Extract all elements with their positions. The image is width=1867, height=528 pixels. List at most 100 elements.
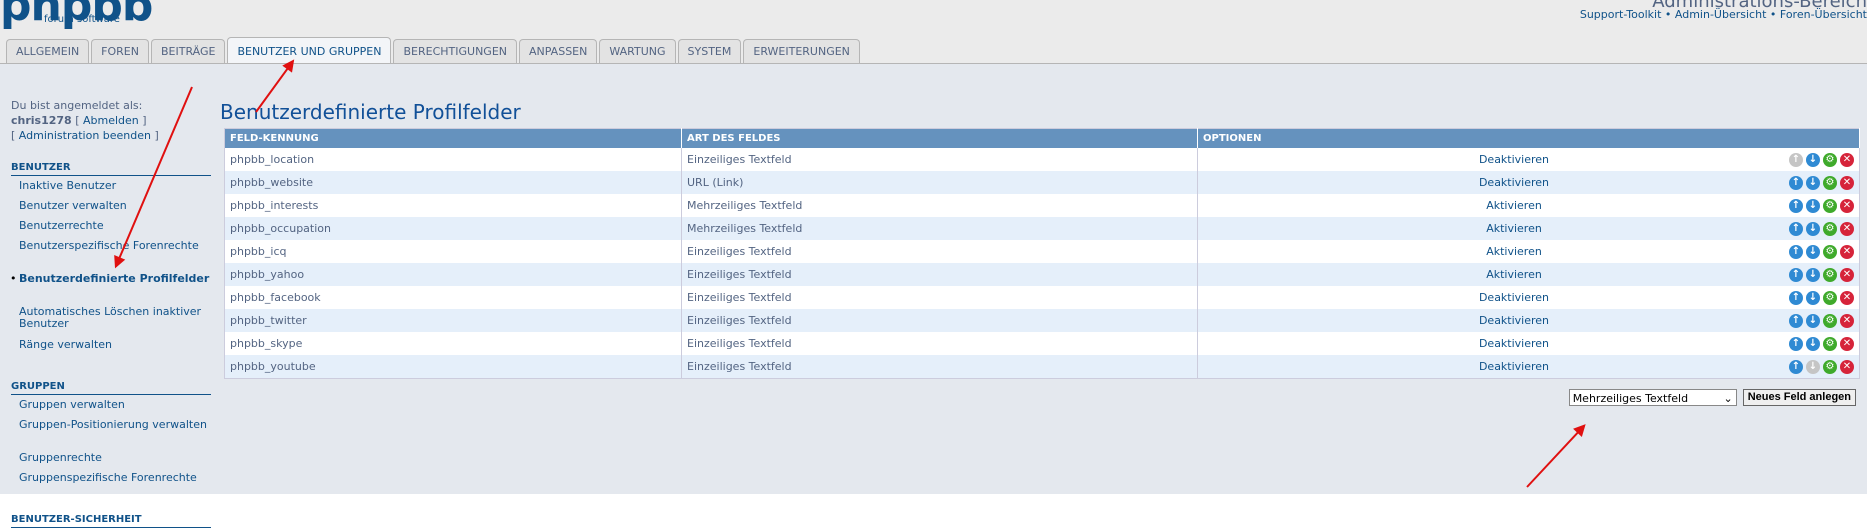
arrow-down-icon[interactable]: ↓ <box>1806 267 1820 282</box>
sidebar-item[interactable]: Gruppenspezifische Forenrechte <box>19 472 211 484</box>
delete-icon[interactable]: ✕ <box>1840 336 1854 351</box>
field-id-cell: phpbb_location <box>224 148 682 171</box>
arrow-up-icon[interactable]: ↑ <box>1789 244 1803 259</box>
sidebar-item[interactable]: Benutzer verwalten <box>19 200 211 212</box>
sidebar-item[interactable]: Automatisches Löschen inaktiver Benutzer <box>19 306 211 330</box>
arrow-down-icon[interactable]: ↓ <box>1806 313 1820 328</box>
field-type-cell: Einzeiliges Textfeld <box>681 148 1198 171</box>
toggle-activation-link[interactable]: Aktivieren <box>1419 245 1609 258</box>
tab-anpassen[interactable]: ANPASSEN <box>519 39 598 64</box>
field-type-select[interactable]: Mehrzeiliges Textfeld ⌄ <box>1568 389 1737 406</box>
arrow-up-icon[interactable]: ↑ <box>1789 336 1803 351</box>
gear-icon[interactable]: ⚙ <box>1823 267 1837 282</box>
field-id-cell: phpbb_skype <box>224 332 682 355</box>
options-cell: Aktivieren ↑ ↓ ⚙ ✕ <box>1197 217 1860 240</box>
toggle-activation-link[interactable]: Aktivieren <box>1419 268 1609 281</box>
gear-icon[interactable]: ⚙ <box>1823 244 1837 259</box>
end-admin-link[interactable]: Administration beenden <box>19 129 151 142</box>
delete-icon[interactable]: ✕ <box>1840 175 1854 190</box>
sidebar-item[interactable]: Inaktive Benutzer <box>19 180 211 192</box>
sidebar-item[interactable]: Gruppen verwalten <box>19 399 211 411</box>
tab-allgemein[interactable]: ALLGEMEIN <box>6 39 90 64</box>
tab-benutzer-und-gruppen[interactable]: BENUTZER UND GRUPPEN <box>227 37 392 64</box>
sidebar-item[interactable]: Ränge verwalten <box>19 339 211 351</box>
link-separator: • <box>1664 8 1672 21</box>
toggle-activation-link[interactable]: Deaktivieren <box>1419 153 1609 166</box>
delete-icon[interactable]: ✕ <box>1840 313 1854 328</box>
table-row: phpbb_twitter Einzeiliges Textfeld Deaktiv… <box>224 309 1860 332</box>
field-type-cell: Einzeiliges Textfeld <box>681 263 1198 286</box>
delete-icon[interactable]: ✕ <box>1840 267 1854 282</box>
toggle-activation-link[interactable]: Deaktivieren <box>1419 291 1609 304</box>
tab-system[interactable]: SYSTEM <box>677 39 742 64</box>
toggle-activation-link[interactable]: Deaktivieren <box>1419 337 1609 350</box>
options-cell: Deaktivieren ↑ ↓ ⚙ ✕ <box>1197 355 1860 379</box>
options-cell: Aktivieren ↑ ↓ ⚙ ✕ <box>1197 194 1860 217</box>
toggle-activation-link[interactable]: Aktivieren <box>1419 199 1609 212</box>
table-row: phpbb_youtube Einzeiliges Textfeld Deaktiv… <box>224 355 1860 379</box>
tab-wartung[interactable]: WARTUNG <box>599 39 676 64</box>
toggle-activation-link[interactable]: Deaktivieren <box>1419 176 1609 189</box>
arrow-down-icon[interactable]: ↓ <box>1806 221 1820 236</box>
toggle-activation-link[interactable]: Deaktivieren <box>1419 314 1609 327</box>
gear-icon[interactable]: ⚙ <box>1823 152 1837 167</box>
table-row: phpbb_yahoo Einzeiliges Textfeld Aktiviere… <box>224 263 1860 286</box>
link-admin-overview[interactable]: Admin-Übersicht <box>1675 8 1766 21</box>
delete-icon[interactable]: ✕ <box>1840 198 1854 213</box>
arrow-up-icon[interactable]: ↑ <box>1789 198 1803 213</box>
options-cell: Deaktivieren ↑ ↓ ⚙ ✕ <box>1197 148 1860 171</box>
link-support-toolkit[interactable]: Support-Toolkit <box>1580 8 1662 21</box>
delete-icon[interactable]: ✕ <box>1840 290 1854 305</box>
tab-beiträge[interactable]: BEITRÄGE <box>150 39 226 64</box>
arrow-up-icon[interactable]: ↑ <box>1789 359 1803 374</box>
gear-icon[interactable]: ⚙ <box>1823 175 1837 190</box>
column-header-field-type: ART DES FELDES <box>681 128 1198 148</box>
arrow-down-icon[interactable]: ↓ <box>1806 152 1820 167</box>
toggle-activation-link[interactable]: Aktivieren <box>1419 222 1609 235</box>
arrow-down-icon[interactable]: ↓ <box>1806 198 1820 213</box>
arrow-down-icon[interactable]: ↓ <box>1806 244 1820 259</box>
arrow-down-icon[interactable]: ↓ <box>1806 175 1820 190</box>
logout-link[interactable]: Abmelden <box>83 114 139 127</box>
arrow-up-icon[interactable]: ↑ <box>1789 313 1803 328</box>
gear-icon[interactable]: ⚙ <box>1823 359 1837 374</box>
sidebar-item[interactable]: Benutzerdefinierte Profilfelder <box>10 273 211 286</box>
field-type-cell: Einzeiliges Textfeld <box>681 355 1198 379</box>
tab-berechtigungen[interactable]: BERECHTIGUNGEN <box>393 39 517 64</box>
arrow-up-icon[interactable]: ↑ <box>1789 175 1803 190</box>
delete-icon[interactable]: ✕ <box>1840 152 1854 167</box>
options-cell: Deaktivieren ↑ ↓ ⚙ ✕ <box>1197 332 1860 355</box>
gear-icon[interactable]: ⚙ <box>1823 290 1837 305</box>
table-row: phpbb_icq Einzeiliges Textfeld Aktivieren ↑… <box>224 240 1860 263</box>
toggle-activation-link[interactable]: Deaktivieren <box>1419 360 1609 373</box>
gear-icon[interactable]: ⚙ <box>1823 336 1837 351</box>
arrow-up-icon[interactable]: ↑ <box>1789 221 1803 236</box>
tab-erweiterungen[interactable]: ERWEITERUNGEN <box>743 39 860 64</box>
arrow-up-icon: ↑ <box>1789 152 1803 167</box>
sidebar-item[interactable]: Gruppen-Positionierung verwalten <box>19 419 211 431</box>
field-id-cell: phpbb_interests <box>224 194 682 217</box>
arrow-down-icon[interactable]: ↓ <box>1806 336 1820 351</box>
table-row: phpbb_facebook Einzeiliges Textfeld Deakti… <box>224 286 1860 309</box>
arrow-down-icon[interactable]: ↓ <box>1806 290 1820 305</box>
arrow-up-icon[interactable]: ↑ <box>1789 267 1803 282</box>
sidebar-item[interactable]: Gruppenrechte <box>19 452 211 464</box>
gear-icon[interactable]: ⚙ <box>1823 198 1837 213</box>
delete-icon[interactable]: ✕ <box>1840 244 1854 259</box>
link-forum-overview[interactable]: Foren-Übersicht <box>1780 8 1867 21</box>
options-cell: Aktivieren ↑ ↓ ⚙ ✕ <box>1197 240 1860 263</box>
field-type-cell: Einzeiliges Textfeld <box>681 309 1198 332</box>
gear-icon[interactable]: ⚙ <box>1823 221 1837 236</box>
sidebar-item[interactable]: Benutzerrechte <box>19 220 211 232</box>
arrow-up-icon[interactable]: ↑ <box>1789 290 1803 305</box>
field-id-cell: phpbb_yahoo <box>224 263 682 286</box>
delete-icon[interactable]: ✕ <box>1840 221 1854 236</box>
options-cell: Deaktivieren ↑ ↓ ⚙ ✕ <box>1197 309 1860 332</box>
sidebar-item[interactable]: Benutzerspezifische Forenrechte <box>19 240 211 252</box>
field-id-cell: phpbb_youtube <box>224 355 682 379</box>
gear-icon[interactable]: ⚙ <box>1823 313 1837 328</box>
tab-foren[interactable]: FOREN <box>91 39 149 64</box>
delete-icon[interactable]: ✕ <box>1840 359 1854 374</box>
create-field-button[interactable]: Neues Feld anlegen <box>1742 389 1856 406</box>
table-row: phpbb_website URL (Link) Deaktivieren ↑ ↓ ⚙ ✕ <box>224 171 1860 194</box>
